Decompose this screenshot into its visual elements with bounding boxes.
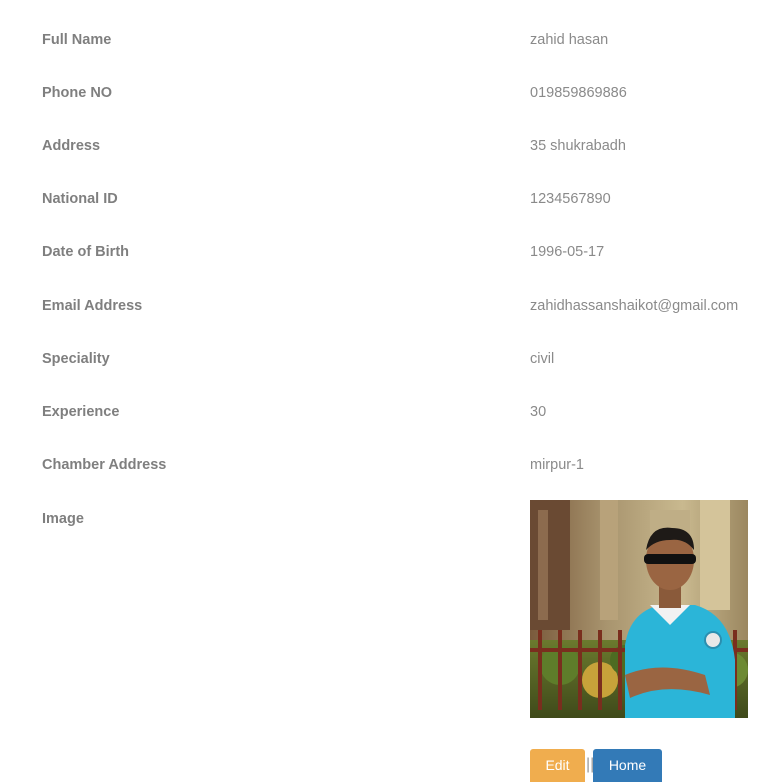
row-value: mirpur-1 (530, 457, 584, 473)
profile-row-experience: Experience 30 (0, 380, 757, 433)
profile-row-date-of-birth: Date of Birth 1996-05-17 (0, 220, 757, 273)
row-value: zahid hasan (530, 32, 609, 48)
row-label: Image (42, 511, 84, 527)
profile-row-email: Email Address zahidhassanshaikot@gmail.c… (0, 274, 757, 327)
row-label: National ID (42, 191, 118, 207)
row-label: Phone NO (42, 85, 113, 101)
row-label: Chamber Address (42, 457, 167, 473)
row-label: Email Address (42, 298, 143, 314)
row-label: Full Name (42, 32, 112, 48)
profile-row-chamber-address: Chamber Address mirpur-1 (0, 433, 757, 486)
row-value: civil (530, 351, 555, 367)
row-label: Experience (42, 404, 120, 420)
row-label: Speciality (42, 351, 110, 367)
row-value: 35 shukrabadh (530, 138, 626, 154)
profile-row-national-id: National ID 1234567890 (0, 167, 757, 220)
profile-row-phone: Phone NO 019859869886 (0, 61, 757, 114)
profile-row-full-name: Full Name zahid hasan (0, 8, 757, 61)
profile-row-speciality: Speciality civil (0, 327, 757, 380)
row-value: zahidhassanshaikot@gmail.com (530, 298, 739, 314)
profile-photo (530, 500, 748, 718)
profile-photo-illustration (530, 500, 748, 718)
row-label: Address (42, 138, 101, 154)
row-label: Date of Birth (42, 244, 129, 260)
row-value: 30 (530, 404, 547, 420)
home-button[interactable]: Home (593, 749, 662, 782)
row-value: 1234567890 (530, 191, 611, 207)
edit-button[interactable]: Edit (530, 749, 585, 782)
profile-row-address: Address 35 shukrabadh (0, 114, 757, 167)
row-value: 019859869886 (530, 85, 627, 101)
row-value: 1996-05-17 (530, 244, 605, 260)
